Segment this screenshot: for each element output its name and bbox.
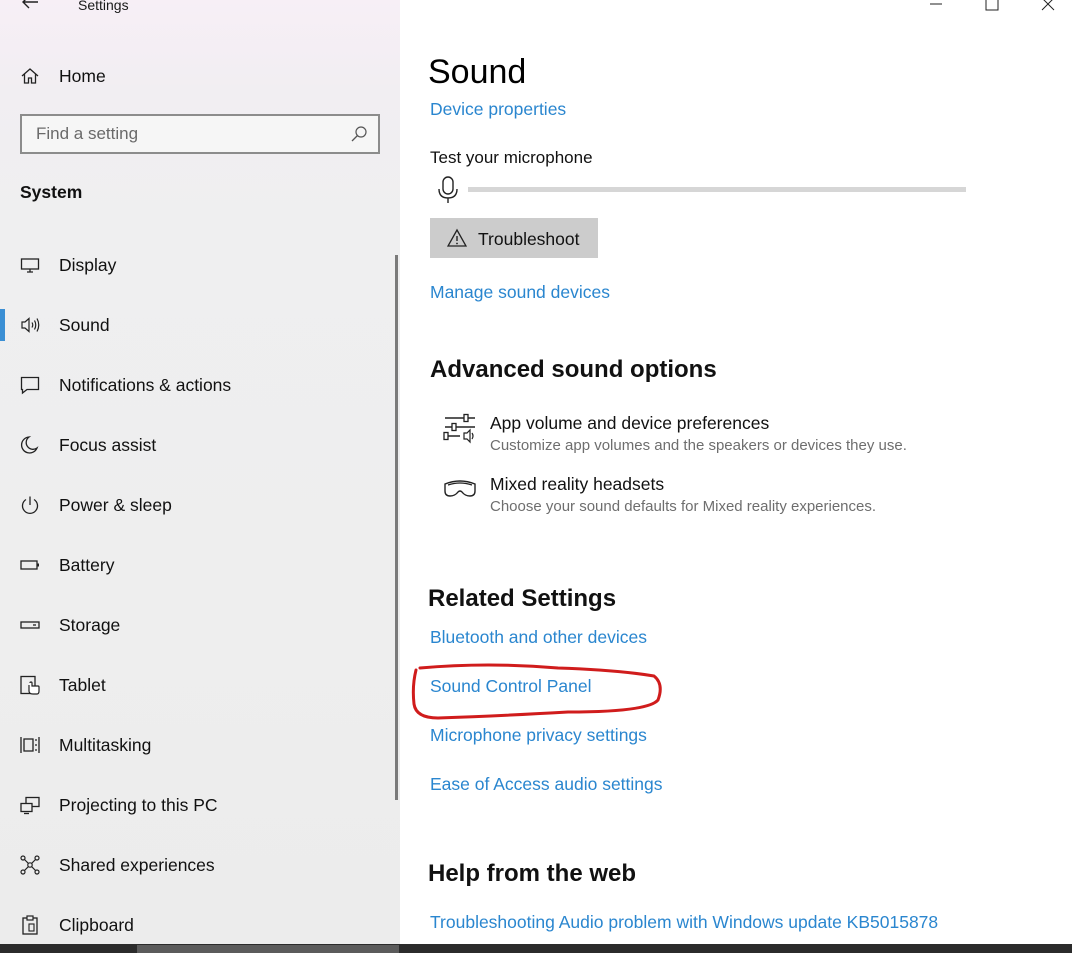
microphone-icon (438, 176, 458, 203)
sidebar-item-power-sleep[interactable]: Power & sleep (0, 485, 396, 525)
taskbar-strip (0, 944, 1072, 953)
option-title: App volume and device preferences (490, 413, 770, 433)
headset-icon (444, 480, 476, 497)
sidebar-item-projecting[interactable]: Projecting to this PC (0, 785, 396, 825)
main-content: Sound Device properties Test your microp… (400, 0, 1072, 944)
warning-icon (447, 228, 467, 247)
help-from-web-heading: Help from the web (428, 860, 637, 887)
horizontal-scrollbar[interactable] (137, 945, 399, 953)
mixed-reality-option[interactable]: Mixed reality headsets Choose your sound… (440, 474, 1040, 524)
sidebar-item-label: Notifications & actions (59, 375, 232, 395)
sidebar-item-label: Storage (59, 615, 121, 635)
app-title: Settings (78, 0, 129, 13)
sidebar-item-sound[interactable]: Sound (0, 305, 396, 345)
sidebar-scrollbar[interactable] (395, 255, 398, 800)
power-icon (21, 496, 39, 514)
sidebar: Settings Home System Display Sound (0, 0, 400, 944)
sliders-icon (443, 413, 475, 444)
option-description: Choose your sound defaults for Mixed rea… (490, 498, 877, 515)
moon-icon (20, 436, 39, 454)
battery-icon (20, 560, 39, 570)
related-settings-heading: Related Settings (428, 585, 617, 612)
multitasking-icon (20, 737, 40, 753)
speaker-icon (21, 317, 40, 333)
search-box[interactable] (20, 114, 380, 154)
sidebar-item-label: Sound (59, 315, 110, 335)
sidebar-item-label: Power & sleep (59, 495, 172, 515)
troubleshoot-button[interactable]: Troubleshoot (430, 218, 598, 258)
sidebar-item-label: Multitasking (59, 735, 152, 755)
storage-icon (20, 621, 40, 629)
close-icon[interactable] (1038, 0, 1058, 14)
sidebar-item-label: Home (59, 66, 106, 86)
tablet-icon (20, 675, 40, 695)
option-title: Mixed reality headsets (490, 474, 665, 494)
sidebar-item-label: Clipboard (59, 915, 134, 935)
sidebar-item-battery[interactable]: Battery (0, 545, 396, 585)
back-arrow-icon[interactable] (18, 0, 42, 14)
advanced-sound-heading: Advanced sound options (430, 356, 717, 383)
notification-icon (20, 376, 40, 395)
troubleshoot-label: Troubleshoot (478, 229, 580, 249)
shared-icon (20, 855, 40, 875)
sidebar-item-home[interactable]: Home (0, 56, 396, 96)
microphone-privacy-link[interactable]: Microphone privacy settings (430, 725, 647, 746)
display-icon (20, 258, 40, 273)
bluetooth-devices-link[interactable]: Bluetooth and other devices (430, 627, 647, 648)
sidebar-item-display[interactable]: Display (0, 245, 396, 285)
clipboard-icon (22, 915, 38, 935)
device-properties-link[interactable]: Device properties (430, 99, 566, 120)
search-icon[interactable] (350, 125, 368, 143)
sidebar-item-label: Battery (59, 555, 115, 575)
maximize-icon[interactable] (982, 0, 1002, 14)
help-link-troubleshooting-audio[interactable]: Troubleshooting Audio problem with Windo… (430, 912, 938, 933)
minimize-icon[interactable] (926, 0, 946, 14)
sidebar-item-tablet[interactable]: Tablet (0, 665, 396, 705)
ease-of-access-audio-link[interactable]: Ease of Access audio settings (430, 774, 663, 795)
sidebar-item-notifications[interactable]: Notifications & actions (0, 365, 396, 405)
sidebar-item-label: Focus assist (59, 435, 157, 455)
projecting-icon (20, 796, 40, 815)
sidebar-item-label: Shared experiences (59, 855, 215, 875)
option-description: Customize app volumes and the speakers o… (490, 437, 907, 454)
app-volume-option[interactable]: App volume and device preferences Custom… (440, 413, 1040, 463)
page-title: Sound (428, 53, 527, 91)
manage-sound-devices-link[interactable]: Manage sound devices (430, 282, 610, 303)
sidebar-item-storage[interactable]: Storage (0, 605, 396, 645)
sidebar-section-label: System (20, 182, 83, 202)
home-icon (21, 68, 39, 84)
sidebar-item-label: Display (59, 255, 117, 275)
search-input[interactable] (22, 116, 342, 152)
sidebar-item-label: Projecting to this PC (59, 795, 218, 815)
sidebar-item-shared-experiences[interactable]: Shared experiences (0, 845, 396, 885)
test-microphone-label: Test your microphone (430, 148, 593, 167)
sidebar-item-focus-assist[interactable]: Focus assist (0, 425, 396, 465)
microphone-level-bar (468, 187, 966, 192)
sidebar-item-clipboard[interactable]: Clipboard (0, 905, 396, 945)
sidebar-item-label: Tablet (59, 675, 106, 695)
sidebar-item-multitasking[interactable]: Multitasking (0, 725, 396, 765)
sound-control-panel-link[interactable]: Sound Control Panel (430, 676, 592, 697)
